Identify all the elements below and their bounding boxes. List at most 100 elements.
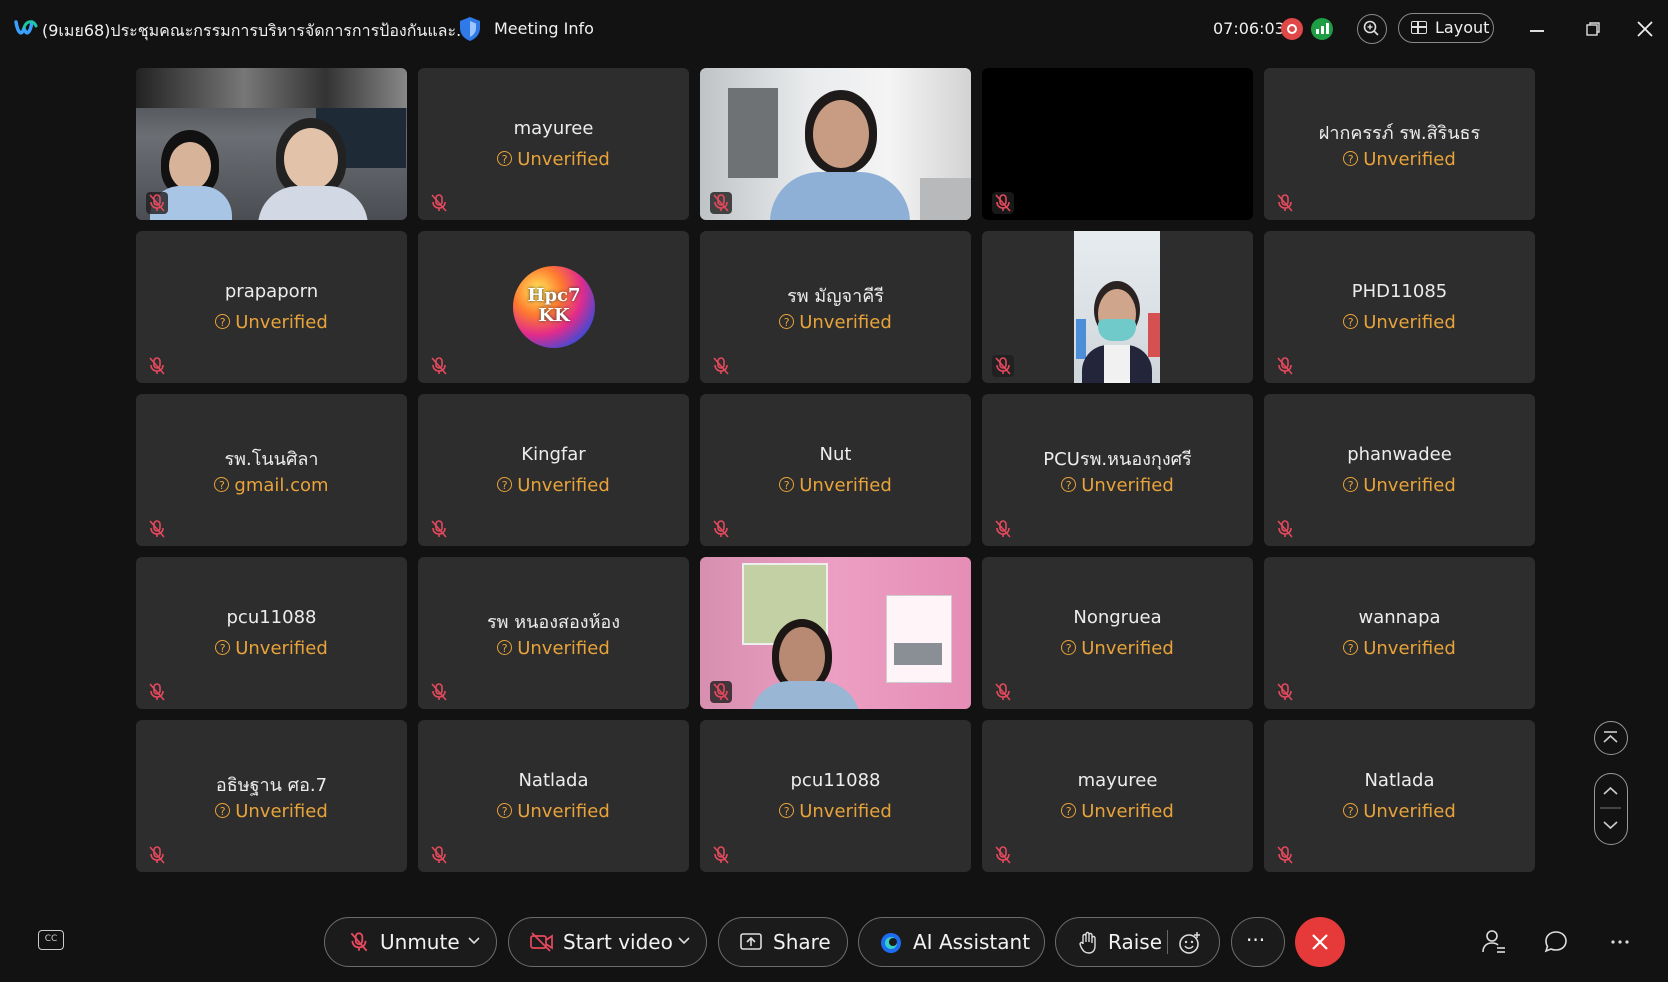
participant-tile[interactable]: mayuree? Unverified xyxy=(982,720,1253,872)
participant-name: ฝากครรภ์ รพ.สิรินธร xyxy=(1318,123,1481,144)
muted-mic-icon xyxy=(1274,192,1296,214)
participant-tile[interactable]: อธิษฐาน ศอ.7 ? Unverified xyxy=(136,720,407,872)
participant-tile[interactable]: phanwadee? Unverified xyxy=(1264,394,1535,546)
help-circle-icon: ? xyxy=(214,477,230,492)
help-circle-icon: ? xyxy=(1061,640,1077,655)
participant-name: อธิษฐาน ศอ.7 xyxy=(215,775,328,796)
muted-mic-icon xyxy=(1274,355,1296,377)
muted-mic-icon xyxy=(428,681,450,703)
help-circle-icon: ? xyxy=(497,640,513,655)
more-horizontal-icon[interactable] xyxy=(1606,928,1634,956)
share-screen-icon xyxy=(740,933,762,950)
participant-tile[interactable]: pcu11088? Unverified xyxy=(136,557,407,709)
participants-icon[interactable] xyxy=(1480,928,1508,956)
participant-name: รพ มัญจาคีรี xyxy=(787,286,884,307)
unmute-button[interactable]: Unmute xyxy=(324,917,497,967)
share-label: Share xyxy=(773,930,831,954)
verification-label: Unverified xyxy=(1363,312,1456,333)
chat-icon[interactable] xyxy=(1542,928,1570,956)
help-circle-icon: ? xyxy=(1343,314,1359,329)
participant-tile[interactable]: รพ.โนนศิลา? gmail.com xyxy=(136,394,407,546)
layout-button[interactable]: Layout xyxy=(1398,13,1494,43)
help-circle-icon: ? xyxy=(497,803,513,818)
page-down-icon[interactable] xyxy=(1603,821,1618,830)
participant-tile[interactable]: Natlada? Unverified xyxy=(418,720,689,872)
participant-tile[interactable]: Natlada? Unverified xyxy=(1264,720,1535,872)
verification-status: ? Unverified xyxy=(1264,149,1535,170)
help-circle-icon: ? xyxy=(497,151,513,166)
reactions-icon[interactable] xyxy=(1177,930,1203,956)
share-button[interactable]: Share xyxy=(718,917,848,967)
muted-mic-icon xyxy=(710,355,732,377)
closed-caption-icon[interactable]: CC xyxy=(38,930,64,950)
participant-name: phanwadee xyxy=(1347,444,1452,465)
help-circle-icon: ? xyxy=(1343,640,1359,655)
restore-window-icon[interactable] xyxy=(1586,22,1600,36)
meeting-info-link[interactable]: Meeting Info xyxy=(494,19,594,38)
participant-tile[interactable]: ฝากครรภ์ รพ.สิรินธร ? Unverified xyxy=(1264,68,1535,220)
participant-tile[interactable]: mayuree? Unverified xyxy=(418,68,689,220)
help-circle-icon: ? xyxy=(779,314,795,329)
verification-label: Unverified xyxy=(1363,638,1456,659)
verification-label: Unverified xyxy=(517,475,610,496)
recording-icon[interactable] xyxy=(1281,18,1303,40)
participant-tile[interactable]: รพ หนองสองห้อง? Unverified xyxy=(418,557,689,709)
raise-label[interactable]: Raise xyxy=(1108,930,1162,954)
chevron-down-icon[interactable] xyxy=(467,936,481,946)
minimize-window-icon[interactable] xyxy=(1530,30,1544,32)
participant-tile[interactable] xyxy=(700,557,971,709)
network-signal-icon[interactable] xyxy=(1311,18,1333,40)
scroll-to-top-button[interactable] xyxy=(1594,721,1628,755)
chevron-down-icon[interactable] xyxy=(677,936,691,946)
participant-tile[interactable]: Kingfar? Unverified xyxy=(418,394,689,546)
shield-icon[interactable] xyxy=(458,16,482,42)
participant-tile[interactable]: wannapa? Unverified xyxy=(1264,557,1535,709)
muted-mic-icon xyxy=(992,355,1014,377)
muted-mic-icon xyxy=(146,681,168,703)
start-video-label: Start video xyxy=(563,930,673,954)
participant-tile[interactable]: Hpc7 KK xyxy=(418,231,689,383)
leave-meeting-button[interactable] xyxy=(1295,917,1345,967)
verification-status: ? Unverified xyxy=(418,475,689,496)
muted-mic-icon xyxy=(146,844,168,866)
participant-name: pcu11088 xyxy=(226,607,317,628)
close-icon xyxy=(1312,934,1328,950)
participant-tile[interactable]: PHD11085? Unverified xyxy=(1264,231,1535,383)
raise-hand-icon[interactable] xyxy=(1078,931,1098,955)
more-options-button[interactable]: ··· xyxy=(1231,917,1285,967)
participant-name: รพ.โนนศิลา xyxy=(224,449,319,470)
participant-tile[interactable]: รพ มัญจาคีรี? Unverified xyxy=(700,231,971,383)
close-window-icon[interactable] xyxy=(1636,20,1654,38)
participant-tile[interactable]: PCUรพ.หนองกุงศรี? Unverified xyxy=(982,394,1253,546)
muted-mic-icon xyxy=(710,518,732,540)
ai-assistant-icon xyxy=(881,933,901,953)
participant-tile[interactable] xyxy=(700,68,971,220)
participant-tile[interactable] xyxy=(982,231,1253,383)
muted-mic-icon xyxy=(992,844,1014,866)
help-circle-icon: ? xyxy=(497,477,513,492)
page-up-icon[interactable] xyxy=(1603,786,1618,795)
participant-name: Natlada xyxy=(518,770,589,791)
participant-tile[interactable] xyxy=(982,68,1253,220)
muted-mic-icon xyxy=(146,518,168,540)
participant-name: mayuree xyxy=(513,118,594,139)
verification-label: Unverified xyxy=(1363,149,1456,170)
verification-status: ? Unverified xyxy=(136,801,407,822)
verification-label: Unverified xyxy=(799,475,892,496)
muted-mic-icon xyxy=(428,355,450,377)
raise-hand-group: Raise xyxy=(1055,917,1220,967)
verification-status: ? Unverified xyxy=(982,475,1253,496)
ai-assistant-button[interactable]: AI Assistant xyxy=(858,917,1045,967)
participant-tile[interactable]: Nongruea? Unverified xyxy=(982,557,1253,709)
participant-tile[interactable]: pcu11088? Unverified xyxy=(700,720,971,872)
verification-label: Unverified xyxy=(517,801,610,822)
title-bar: (9เมย68)ประชุมคณะกรรมการบริหารจัดการการป… xyxy=(0,0,1668,60)
verification-status: ? Unverified xyxy=(418,638,689,659)
participant-tile[interactable]: Nut? Unverified xyxy=(700,394,971,546)
start-video-button[interactable]: Start video xyxy=(508,917,707,967)
participant-tile[interactable]: prapaporn? Unverified xyxy=(136,231,407,383)
zoom-search-icon[interactable] xyxy=(1357,14,1387,44)
participant-tile[interactable] xyxy=(136,68,407,220)
muted-mic-icon xyxy=(710,192,732,214)
avatar-initials: Hpc7 KK xyxy=(527,285,581,326)
